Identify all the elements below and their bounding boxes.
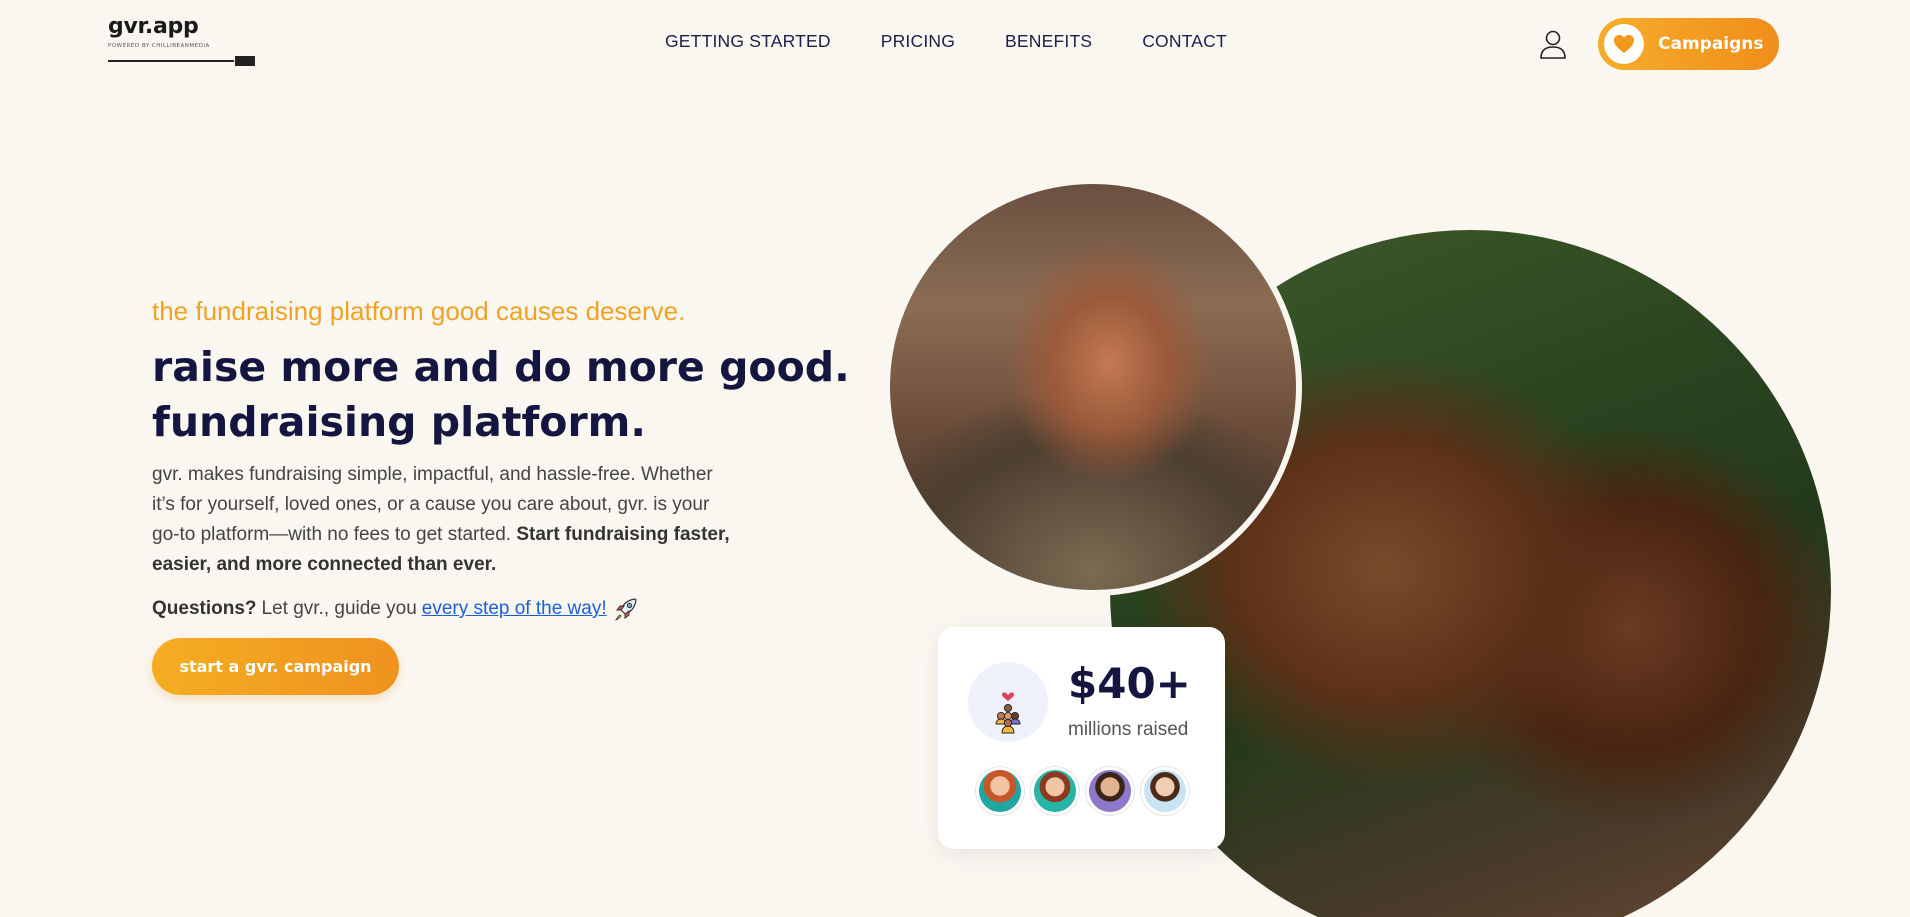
brand-name: gvr.app	[108, 14, 199, 39]
brand-logo[interactable]: gvr.app POWERED BY CHILLIBEANMEDIA	[108, 14, 258, 70]
user-account-button[interactable]	[1537, 28, 1569, 60]
campaigns-button[interactable]: Campaigns	[1598, 18, 1779, 70]
stats-card: $40+ millions raised	[938, 627, 1225, 849]
stats-label: millions raised	[1068, 719, 1189, 740]
brand-subtitle: POWERED BY CHILLIBEANMEDIA	[108, 43, 210, 49]
nav-benefits[interactable]: BENEFITS	[1005, 31, 1092, 52]
start-campaign-button[interactable]: start a gvr. campaign	[152, 638, 399, 695]
questions-text: Let gvr., guide you	[261, 598, 417, 619]
hero-description: gvr. makes fundraising simple, impactful…	[152, 460, 732, 580]
hero-photo-girl	[884, 178, 1302, 596]
guide-link[interactable]: every step of the way!	[422, 598, 607, 620]
user-icon	[1540, 30, 1566, 59]
heart-icon	[1604, 24, 1644, 64]
donation-people-icon	[968, 662, 1048, 742]
questions-line: Questions? Let gvr., guide you every ste…	[152, 596, 639, 622]
rocket-icon	[613, 596, 639, 622]
avatar-1	[976, 767, 1024, 815]
logo-underline	[108, 60, 234, 62]
avatar-2	[1031, 767, 1079, 815]
nav-getting-started[interactable]: GETTING STARTED	[665, 31, 831, 52]
avatar-3	[1086, 767, 1134, 815]
questions-label: Questions?	[152, 598, 257, 619]
nav-pricing[interactable]: PRICING	[881, 31, 955, 52]
stats-value: $40+	[1068, 659, 1191, 708]
avatar-4	[1141, 767, 1189, 815]
hero-tagline: the fundraising platform good causes des…	[152, 296, 686, 326]
donor-avatars	[976, 767, 1189, 815]
campaigns-label: Campaigns	[1658, 34, 1764, 54]
hero-headline: raise more and do more good. fundraising…	[152, 340, 852, 450]
nav-contact[interactable]: CONTACT	[1142, 31, 1227, 52]
headline-line-2: fundraising platform.	[152, 398, 646, 446]
main-nav: GETTING STARTED PRICING BENEFITS CONTACT	[665, 31, 1227, 52]
headline-line-1: raise more and do more good.	[152, 343, 850, 391]
logo-block	[235, 56, 255, 66]
